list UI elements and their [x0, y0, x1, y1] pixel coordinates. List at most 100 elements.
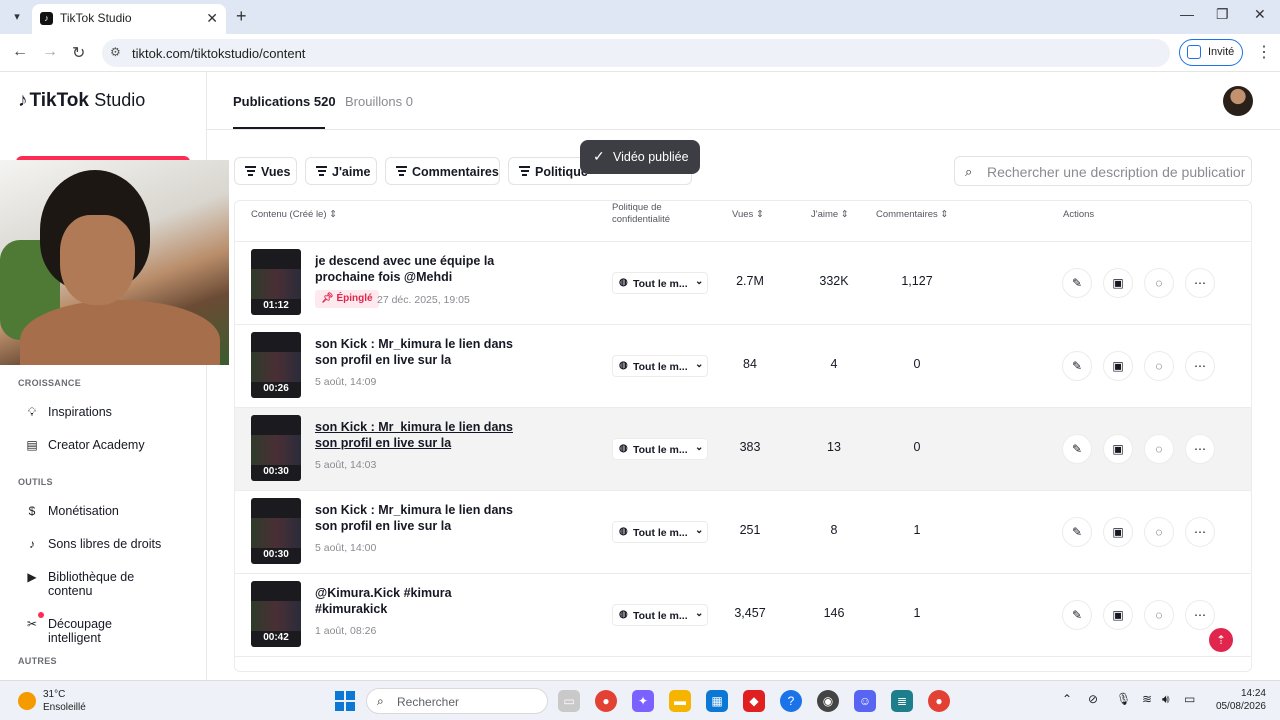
- privacy-dropdown[interactable]: ◍ Tout le m... ⌄: [612, 604, 708, 626]
- minimize-icon[interactable]: —: [1180, 6, 1194, 22]
- header-likes[interactable]: J'aime ⇕: [811, 209, 849, 220]
- site-info-icon[interactable]: ⚙: [110, 45, 121, 59]
- sun-icon[interactable]: [18, 692, 36, 710]
- privacy-dropdown[interactable]: ◍ Tout le m... ⌄: [612, 272, 708, 294]
- volume-icon[interactable]: 🔊︎: [1162, 692, 1170, 707]
- reload-icon[interactable]: ↻: [72, 43, 85, 63]
- sidebar-item-creator-academy[interactable]: ▤ Creator Academy: [24, 438, 168, 452]
- edit-icon[interactable]: ✎: [1062, 434, 1092, 464]
- guest-profile-button[interactable]: Invité: [1179, 39, 1243, 66]
- copilot-icon[interactable]: ✦: [632, 690, 654, 712]
- more-options-icon[interactable]: ⋯: [1185, 268, 1215, 298]
- video-thumbnail[interactable]: 01:12: [251, 249, 301, 315]
- notepad-icon[interactable]: ≣: [891, 690, 913, 712]
- obs-icon[interactable]: ◉: [817, 690, 839, 712]
- video-description[interactable]: @Kimura.Kick #kimura #kimurakick: [315, 586, 515, 617]
- network-off-icon[interactable]: ⊘: [1088, 692, 1098, 706]
- clock[interactable]: 14:24 05/08/2026: [1196, 687, 1266, 713]
- video-thumbnail[interactable]: 00:26: [251, 332, 301, 398]
- store-icon[interactable]: ▦: [706, 690, 728, 712]
- comment-icon[interactable]: ◌: [1144, 517, 1174, 547]
- analytics-icon[interactable]: ▣: [1103, 517, 1133, 547]
- chrome-active-icon[interactable]: ●: [928, 690, 950, 712]
- weather-widget[interactable]: 31°C Ensoleillé: [43, 688, 86, 714]
- header-comments[interactable]: Commentaires ⇕: [876, 209, 948, 220]
- music-note-icon: ♪: [29, 537, 35, 551]
- table-row[interactable]: 00:30 son Kick : Mr_kimura le lien dans s…: [235, 491, 1251, 574]
- edit-icon[interactable]: ✎: [1062, 351, 1092, 381]
- table-row[interactable]: 00:30 son Kick : Mr_kimura le lien dans s…: [235, 408, 1251, 491]
- analytics-icon[interactable]: ▣: [1103, 268, 1133, 298]
- more-options-icon[interactable]: ⋯: [1185, 434, 1215, 464]
- app-red-icon[interactable]: ◆: [743, 690, 765, 712]
- filter-likes-button[interactable]: J'aime: [305, 157, 377, 185]
- scroll-to-top-button[interactable]: ⇡: [1209, 628, 1233, 652]
- file-explorer-icon[interactable]: ▬: [669, 690, 691, 712]
- windows-start-icon[interactable]: [335, 691, 355, 711]
- tray-chevron-icon[interactable]: ⌃: [1062, 692, 1072, 706]
- search-input[interactable]: Rechercher une description de publicatio…: [987, 164, 1245, 180]
- privacy-dropdown[interactable]: ◍ Tout le m... ⌄: [612, 355, 708, 377]
- more-options-icon[interactable]: ⋯: [1185, 517, 1215, 547]
- search-box[interactable]: ⌕ Rechercher une description de publicat…: [954, 156, 1252, 186]
- analytics-icon[interactable]: ▣: [1103, 351, 1133, 381]
- privacy-dropdown[interactable]: ◍ Tout le m... ⌄: [612, 521, 708, 543]
- table-row[interactable]: 01:12 je descend avec une équipe la proch…: [235, 242, 1251, 325]
- tiktok-studio-logo[interactable]: ♪ TikTok Studio: [18, 90, 145, 112]
- edit-icon[interactable]: ✎: [1062, 517, 1092, 547]
- filter-views-button[interactable]: Vues: [234, 157, 297, 185]
- discord-icon[interactable]: ☺: [854, 690, 876, 712]
- comment-icon[interactable]: ◌: [1144, 268, 1174, 298]
- taskbar-search[interactable]: ⌕ Rechercher: [366, 688, 548, 714]
- help-icon[interactable]: ?: [780, 690, 802, 712]
- video-thumbnail[interactable]: 00:42: [251, 581, 301, 647]
- battery-icon[interactable]: ▭: [1184, 692, 1195, 706]
- analytics-icon[interactable]: ▣: [1103, 434, 1133, 464]
- video-thumbnail[interactable]: 00:30: [251, 415, 301, 481]
- task-view-icon[interactable]: ▭: [558, 690, 580, 712]
- browser-tab[interactable]: ♪ TikTok Studio ✕: [32, 4, 226, 34]
- sidebar-item-smart-cut[interactable]: ✂ Découpage intelligent: [24, 617, 168, 645]
- sidebar-item-monetisation[interactable]: $ Monétisation: [24, 504, 168, 518]
- sidebar-item-royalty-free-sounds[interactable]: ♪ Sons libres de droits: [24, 537, 168, 551]
- video-description[interactable]: son Kick : Mr_kimura le lien dans son pr…: [315, 337, 515, 368]
- privacy-dropdown[interactable]: ◍ Tout le m... ⌄: [612, 438, 708, 460]
- filter-comments-button[interactable]: Commentaires: [385, 157, 500, 185]
- video-thumbnail[interactable]: 00:30: [251, 498, 301, 564]
- tab-publications[interactable]: Publications 520: [233, 94, 336, 109]
- comment-icon[interactable]: ◌: [1144, 600, 1174, 630]
- book-icon: ▤: [26, 438, 38, 452]
- table-row[interactable]: 00:42 @Kimura.Kick #kimura #kimurakick 1 a…: [235, 574, 1251, 657]
- edit-icon[interactable]: ✎: [1062, 600, 1092, 630]
- video-description[interactable]: je descend avec une équipe la prochaine …: [315, 254, 515, 285]
- forward-icon[interactable]: →: [42, 43, 58, 61]
- chrome-icon[interactable]: ●: [595, 690, 617, 712]
- close-window-icon[interactable]: ✕: [1254, 6, 1266, 23]
- header-content[interactable]: Contenu (Créé le) ⇕: [251, 209, 337, 220]
- new-tab-icon[interactable]: +: [236, 6, 247, 27]
- tab-drafts[interactable]: Brouillons 0: [345, 94, 413, 109]
- analytics-icon[interactable]: ▣: [1103, 600, 1133, 630]
- more-options-icon[interactable]: ⋯: [1185, 351, 1215, 381]
- comment-icon[interactable]: ◌: [1144, 434, 1174, 464]
- browser-menu-icon[interactable]: ⋮: [1256, 42, 1272, 62]
- edit-icon[interactable]: ✎: [1062, 268, 1092, 298]
- video-description[interactable]: son Kick : Mr_kimura le lien dans son pr…: [315, 420, 515, 451]
- header-views[interactable]: Vues ⇕: [732, 209, 764, 220]
- microphone-icon[interactable]: 🎙︎: [1116, 692, 1131, 706]
- maximize-icon[interactable]: ❐: [1216, 6, 1229, 23]
- sidebar-item-content-library[interactable]: ▶ Bibliothèque de contenu: [24, 570, 168, 598]
- video-date: 1 août, 08:26: [315, 625, 377, 637]
- avatar[interactable]: [1223, 86, 1253, 116]
- more-options-icon[interactable]: ⋯: [1185, 600, 1215, 630]
- globe-icon: ◍: [619, 443, 628, 454]
- url-field[interactable]: ⚙ tiktok.com/tiktokstudio/content: [102, 39, 1170, 67]
- table-row[interactable]: 00:26 son Kick : Mr_kimura le lien dans s…: [235, 325, 1251, 408]
- video-description[interactable]: son Kick : Mr_kimura le lien dans son pr…: [315, 503, 515, 534]
- wifi-icon[interactable]: ≋: [1142, 692, 1152, 706]
- close-tab-icon[interactable]: ✕: [206, 10, 218, 27]
- sidebar-item-inspirations[interactable]: 💡︎ Inspirations: [24, 405, 168, 420]
- comment-icon[interactable]: ◌: [1144, 351, 1174, 381]
- tab-search-icon[interactable]: ▾: [8, 8, 26, 26]
- back-icon[interactable]: ←: [12, 43, 28, 61]
